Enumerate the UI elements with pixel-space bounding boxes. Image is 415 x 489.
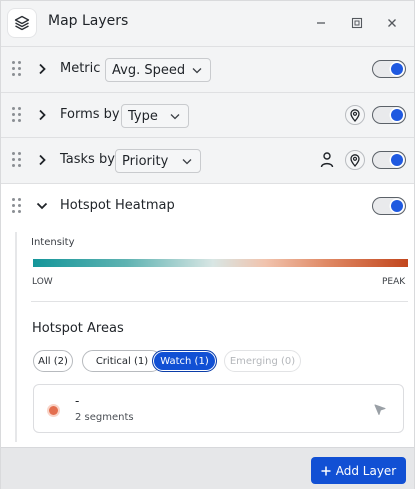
metric-select[interactable]: Avg. Speed (105, 58, 211, 82)
select-value: Priority (122, 153, 169, 169)
pin-icon[interactable] (345, 105, 365, 125)
filter-chip-critical[interactable]: Critical (1) (82, 350, 162, 372)
layer-label: Metric (60, 61, 101, 76)
area-color-dot (49, 406, 58, 415)
forms-select[interactable]: Type (121, 104, 189, 128)
layers-icon (8, 9, 36, 37)
hotspot-area-item[interactable]: - 2 segments (33, 384, 404, 433)
hotspot-header: Hotspot Heatmap (1, 184, 414, 229)
layer-toggle[interactable] (372, 106, 406, 124)
restore-icon[interactable] (347, 13, 367, 33)
filter-chip-emerging: Emerging (0) (224, 350, 301, 372)
chevron-down-icon[interactable] (35, 198, 49, 214)
filter-chip-watch[interactable]: Watch (1) (152, 350, 217, 372)
chevron-right-icon[interactable] (35, 61, 49, 77)
plus-icon (321, 466, 331, 475)
select-value: Type (128, 108, 158, 124)
hotspot-areas-title: Hotspot Areas (32, 321, 124, 336)
pin-icon[interactable] (345, 150, 365, 170)
drag-handle-icon[interactable] (12, 198, 22, 214)
add-layer-label: Add Layer (335, 463, 397, 478)
select-value: Avg. Speed (112, 62, 186, 78)
filter-chip-all[interactable]: All (2) (33, 350, 73, 372)
layer-label: Forms by (60, 107, 120, 122)
area-name: - (75, 394, 80, 408)
layer-label: Tasks by (60, 152, 115, 167)
locate-arrow-icon[interactable] (373, 403, 387, 417)
layer-row-metric: Metric Avg. Speed (1, 46, 414, 91)
hotspot-body: Intensity LOW PEAK Hotspot Areas All (2)… (15, 232, 408, 442)
chevron-down-icon (170, 114, 180, 120)
layer-toggle[interactable] (372, 151, 406, 169)
low-label: LOW (32, 277, 53, 287)
peak-label: PEAK (382, 277, 406, 287)
map-layers-panel: Map Layers Metric Avg. Speed Forms by Ty… (0, 0, 415, 489)
divider (31, 301, 408, 302)
chevron-right-icon[interactable] (35, 152, 49, 168)
layer-row-forms: Forms by Type (1, 92, 414, 137)
minimize-icon[interactable] (311, 13, 331, 33)
layer-label: Hotspot Heatmap (60, 198, 175, 213)
layer-toggle[interactable] (372, 197, 406, 215)
layer-toggle[interactable] (372, 60, 406, 78)
intensity-gradient (33, 259, 408, 267)
chevron-down-icon (192, 68, 202, 74)
area-segments: 2 segments (75, 412, 134, 423)
person-icon[interactable] (319, 151, 335, 169)
intensity-label: Intensity (31, 237, 75, 248)
title-bar: Map Layers (1, 1, 414, 45)
layer-row-tasks: Tasks by Priority (1, 137, 414, 182)
drag-handle-icon[interactable] (12, 152, 22, 168)
chevron-right-icon[interactable] (35, 107, 49, 123)
drag-handle-icon[interactable] (12, 107, 22, 123)
close-icon[interactable] (382, 13, 402, 33)
chevron-down-icon (182, 159, 192, 165)
drag-handle-icon[interactable] (12, 61, 22, 77)
tasks-select[interactable]: Priority (115, 149, 201, 173)
footer: Add Layer (1, 447, 414, 489)
window-title: Map Layers (48, 13, 129, 29)
layer-row-hotspot-heatmap: Hotspot Heatmap Intensity LOW PEAK Hotsp… (1, 183, 414, 447)
add-layer-button[interactable]: Add Layer (311, 457, 406, 484)
